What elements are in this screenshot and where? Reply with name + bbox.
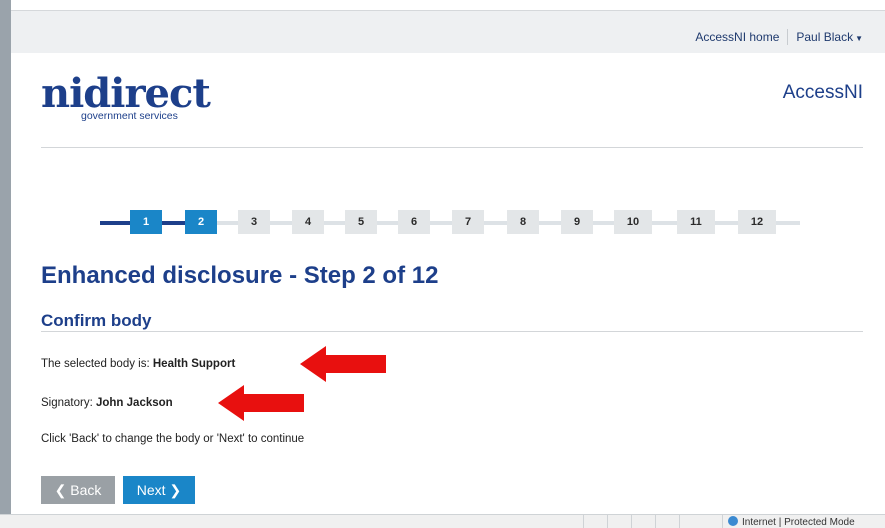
status-divider (607, 515, 608, 528)
next-button-label: Next (136, 482, 166, 498)
step-3: 3 (238, 210, 270, 234)
signatory-value: John Jackson (95, 397, 173, 409)
step-12: 12 (738, 210, 776, 234)
step-7: 7 (452, 210, 484, 234)
step-2: 2 (185, 210, 217, 234)
service-name: AccessNI (782, 82, 863, 103)
progress-stepper: 1 2 3 4 5 6 7 8 9 10 11 12 (100, 210, 800, 234)
step-1: 1 (130, 210, 162, 234)
user-name: Paul Black (796, 30, 854, 44)
section-title: Confirm body (41, 311, 152, 330)
window-edge (0, 0, 11, 527)
step-4: 4 (292, 210, 324, 234)
step-5: 5 (345, 210, 377, 234)
section-divider (41, 331, 863, 332)
page-title: Enhanced disclosure - Step 2 of 12 (41, 262, 439, 289)
selected-body-label: The selected body is: (41, 358, 153, 370)
accessni-home-link[interactable]: AccessNI home (695, 30, 779, 44)
red-arrow-icon (218, 385, 304, 421)
status-divider (631, 515, 632, 528)
selected-body-value: Health Support (152, 358, 236, 370)
back-button-label: Back (70, 482, 102, 498)
back-button[interactable]: ❮ Back (41, 476, 115, 504)
step-11: 11 (677, 210, 715, 234)
chevron-left-icon: ❮ (54, 482, 67, 498)
browser-chrome-edge (11, 0, 885, 11)
logo-tagline: government services (81, 110, 178, 122)
globe-icon (728, 516, 738, 526)
chevron-right-icon: ❯ (169, 482, 182, 498)
status-divider (583, 515, 584, 528)
step-10: 10 (614, 210, 652, 234)
browser-status-bar: Internet | Protected Mode (0, 514, 885, 528)
top-links: AccessNI home Paul Black ▼ (695, 29, 863, 45)
instructions-text: Click 'Back' to change the body or 'Next… (41, 433, 305, 445)
signatory-line: Signatory: John Jackson (41, 397, 173, 409)
user-menu-link[interactable]: Paul Black ▼ (796, 30, 863, 44)
status-divider (679, 515, 680, 528)
step-9: 9 (561, 210, 593, 234)
logo-wordmark: nidirect (41, 70, 211, 117)
next-button[interactable]: Next ❯ (123, 476, 195, 504)
step-8: 8 (507, 210, 539, 234)
status-divider (655, 515, 656, 528)
top-bar: AccessNI home Paul Black ▼ (11, 11, 885, 53)
divider (787, 29, 789, 45)
status-divider (722, 515, 723, 528)
security-zone[interactable]: Internet | Protected Mode (728, 516, 855, 528)
caret-down-icon: ▼ (855, 34, 863, 43)
nidirect-logo[interactable]: nidirect government services (41, 70, 211, 123)
red-arrow-icon (300, 346, 386, 382)
security-zone-label: Internet | Protected Mode (742, 517, 855, 528)
selected-body-line: The selected body is: Health Support (41, 358, 235, 370)
step-6: 6 (398, 210, 430, 234)
header-divider (41, 147, 863, 148)
signatory-label: Signatory: (41, 397, 96, 409)
